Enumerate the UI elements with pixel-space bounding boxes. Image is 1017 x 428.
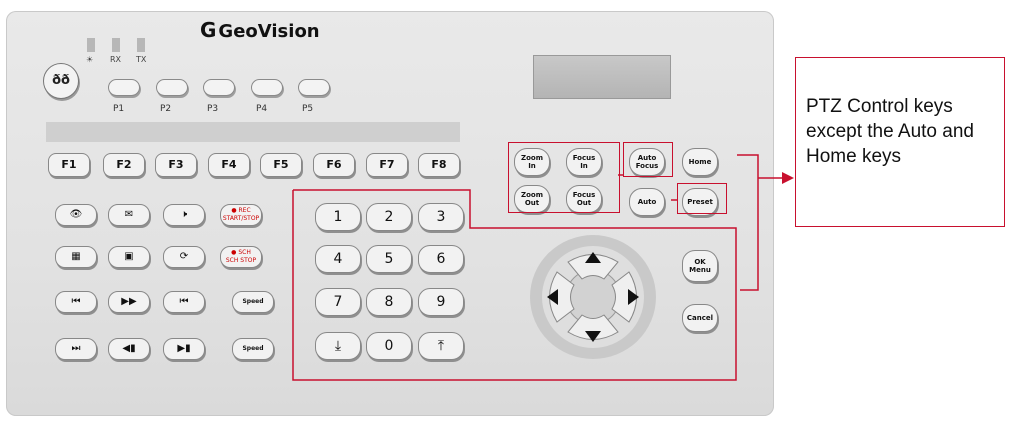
callout-text: PTZ Control keys except the Auto and Hom…	[806, 96, 974, 167]
